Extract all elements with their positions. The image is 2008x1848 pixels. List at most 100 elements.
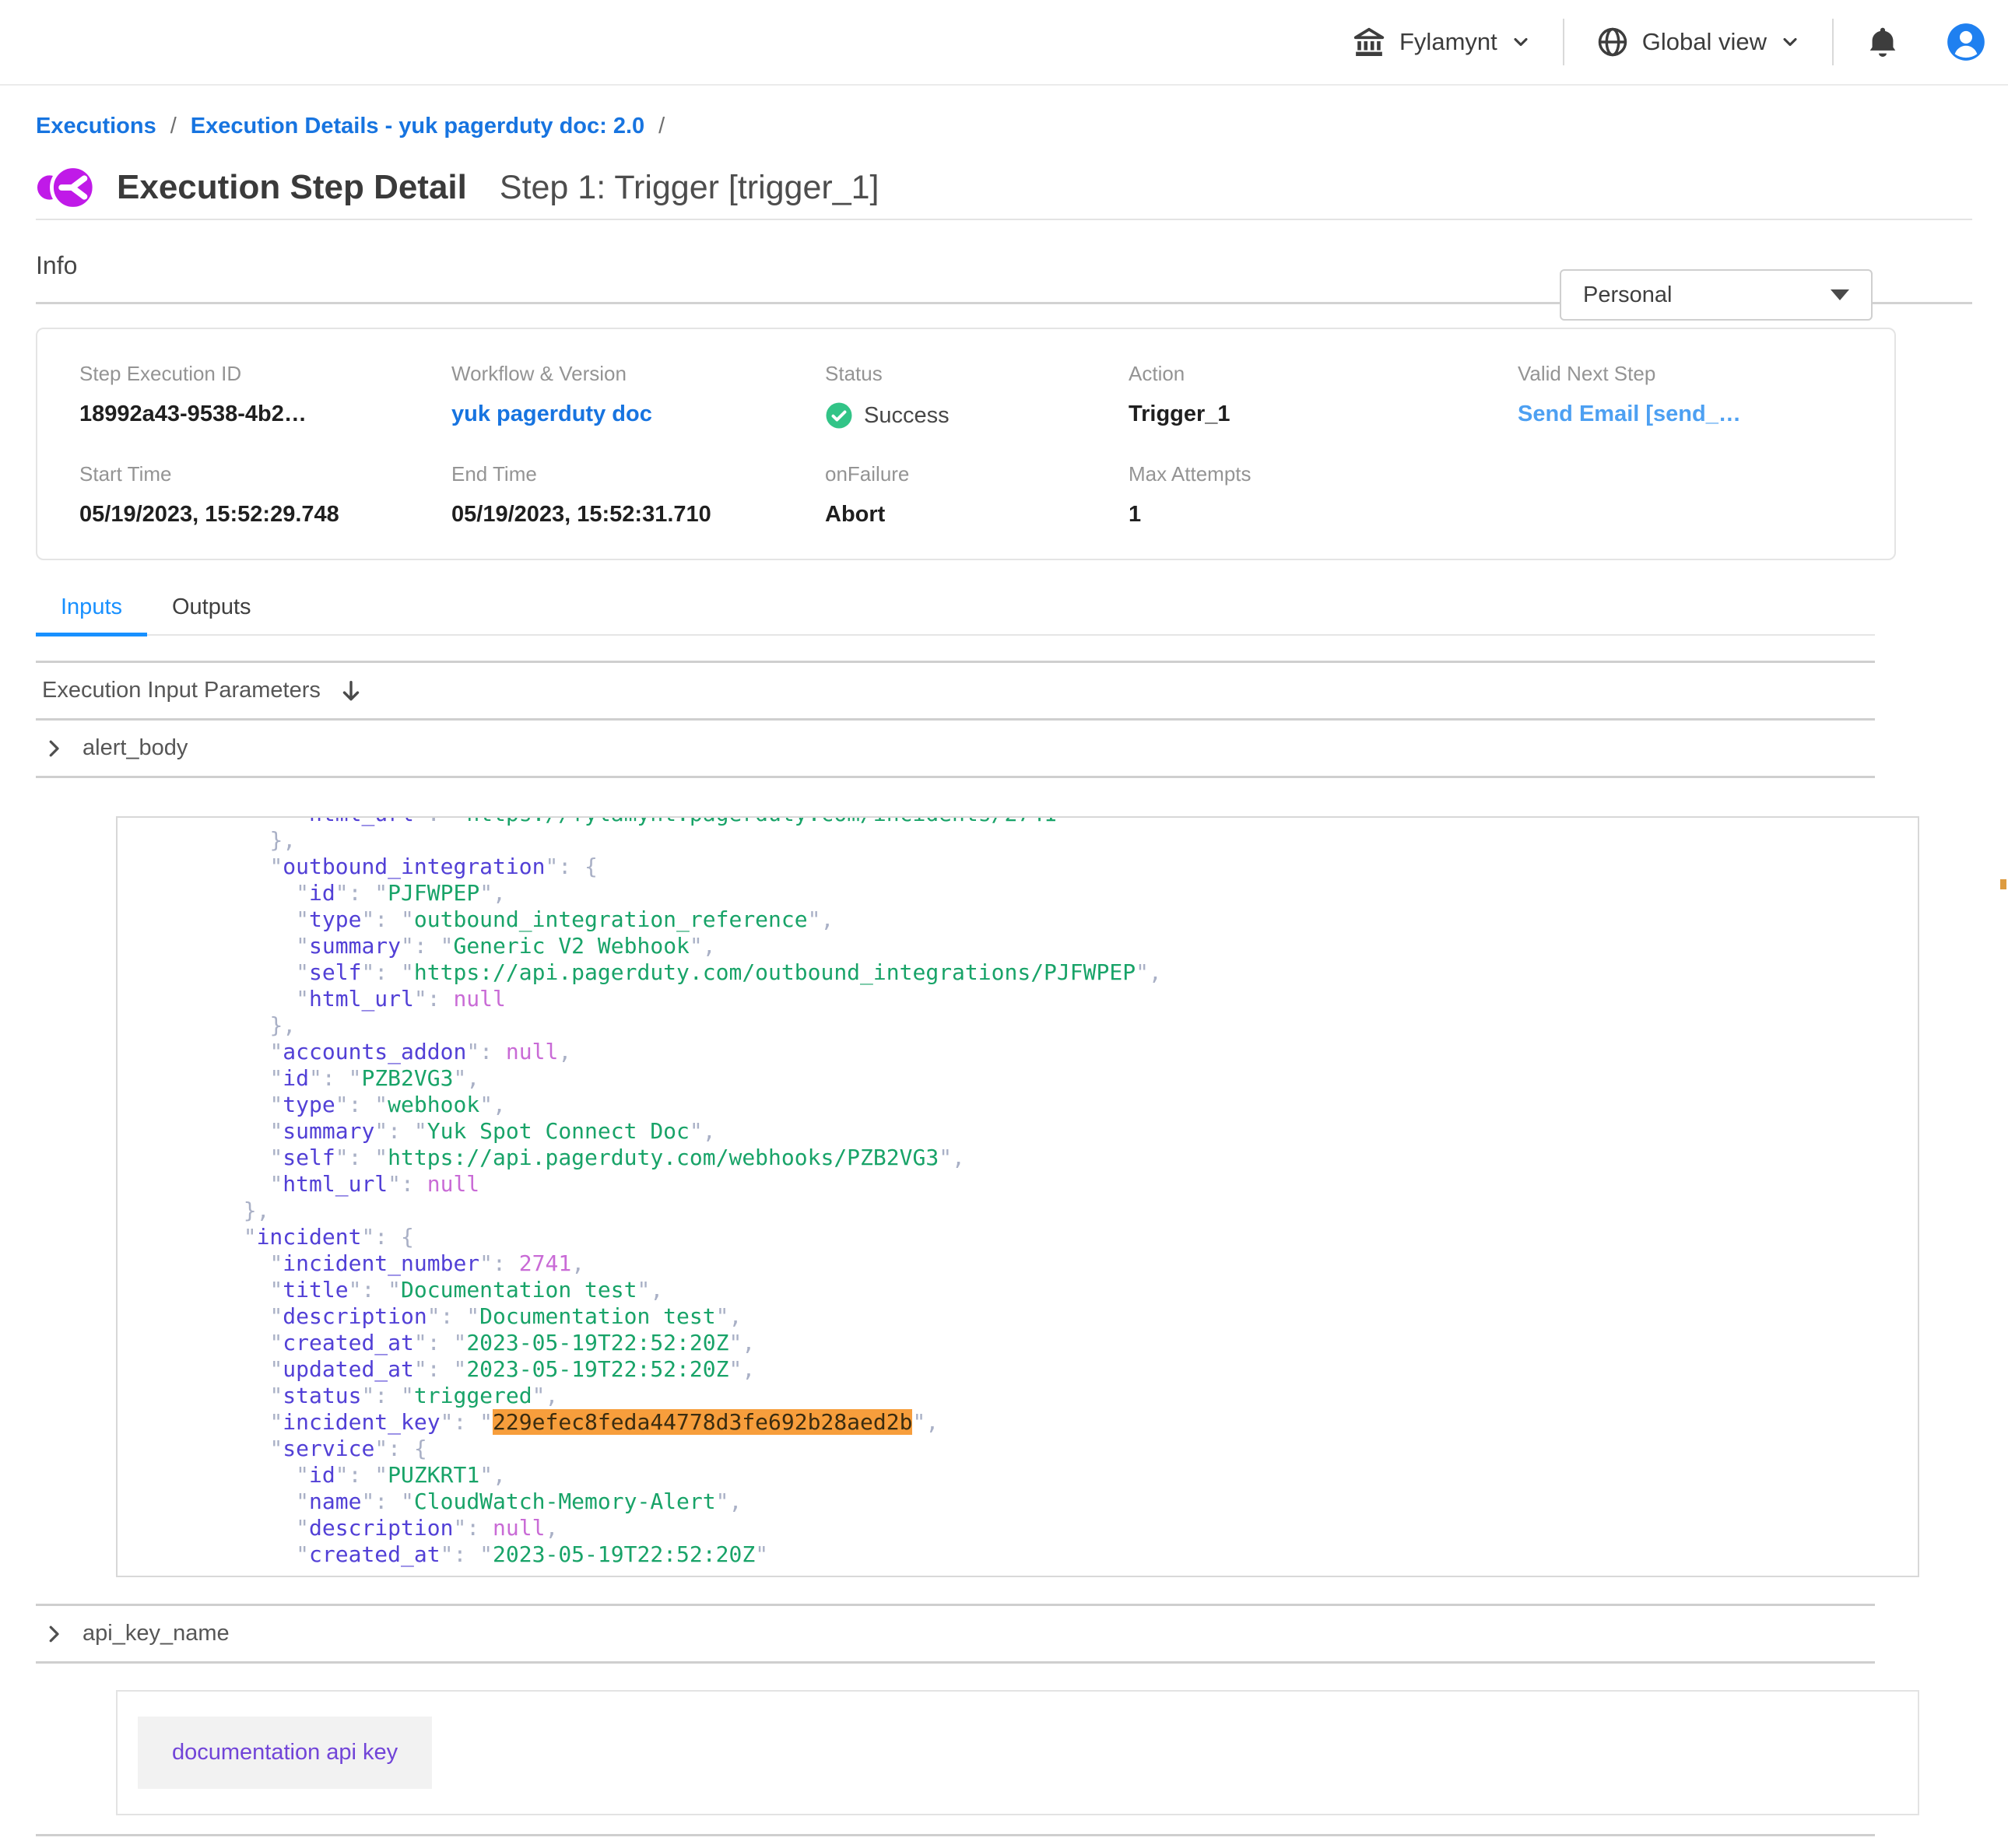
field-end-time: End Time 05/19/2023, 15:52:31.710	[451, 462, 825, 528]
view-label: Global view	[1642, 28, 1767, 56]
json-line: },	[125, 1012, 1918, 1039]
org-label: Fylamynt	[1399, 28, 1497, 56]
topbar-divider	[1563, 19, 1564, 65]
param-row-api-key-value[interactable]: api_key_value	[36, 1836, 1875, 1848]
org-switcher[interactable]: Fylamynt	[1351, 24, 1532, 60]
field-value: Abort	[825, 502, 1129, 528]
breadcrumb-separator: /	[170, 114, 177, 139]
json-line: "html_url": null	[125, 986, 1918, 1012]
globe-icon	[1596, 25, 1630, 59]
bell-icon	[1865, 24, 1901, 60]
field-value: 05/19/2023, 15:52:31.710	[451, 502, 825, 528]
json-line: "incident_number": 2741,	[125, 1250, 1918, 1277]
json-line: "id": "PJFWPEP",	[125, 880, 1918, 906]
json-line: "type": "webhook",	[125, 1092, 1918, 1118]
top-bar: Fylamynt Global view	[0, 0, 2008, 86]
field-label: Workflow & Version	[451, 362, 825, 386]
input-parameter-sections: Execution Input Parameters alert_body	[36, 661, 1875, 778]
json-line: "updated_at": "2023-05-19T22:52:20Z",	[125, 1356, 1918, 1383]
tab-bar: Inputs Outputs	[36, 594, 1875, 636]
param-label: api_key_name	[82, 1621, 230, 1646]
field-step-execution-id: Step Execution ID 18992a43-9538-4b2…	[79, 362, 451, 430]
user-avatar[interactable]	[1946, 22, 1986, 62]
breadcrumb: Executions / Execution Details - yuk pag…	[36, 114, 1972, 139]
field-status: Status Success	[825, 362, 1129, 430]
api-key-name-chip: documentation api key	[138, 1717, 432, 1789]
json-line: "id": "PUZKRT1",	[125, 1462, 1918, 1489]
json-line: "created_at": "2023-05-19T22:52:20Z",	[125, 1330, 1918, 1356]
json-line: "status": "triggered",	[125, 1383, 1918, 1409]
json-line: "html_url": null	[125, 1171, 1918, 1198]
json-line: "accounts_addon": null,	[125, 1039, 1918, 1065]
breadcrumb-execution-details[interactable]: Execution Details - yuk pagerduty doc: 2…	[191, 114, 644, 139]
json-line: "description": "Documentation test",	[125, 1303, 1918, 1330]
workflow-link[interactable]: yuk pagerduty doc	[451, 402, 825, 427]
find-match-scroll-marker	[2000, 879, 2006, 889]
field-value: 05/19/2023, 15:52:29.748	[79, 502, 451, 528]
json-line: "created_at": "2023-05-19T22:52:20Z"	[125, 1541, 1918, 1568]
field-label: Max Attempts	[1129, 462, 1518, 486]
title-divider	[36, 219, 1972, 220]
breadcrumb-executions[interactable]: Executions	[36, 114, 156, 139]
json-line: "id": "PZB2VG3",	[125, 1065, 1918, 1092]
chevron-down-icon	[1510, 31, 1532, 53]
param-label: alert_body	[82, 735, 188, 761]
json-line: },	[125, 1198, 1918, 1224]
json-line: "self": "https://api.pagerduty.com/webho…	[125, 1145, 1918, 1171]
json-line: "self": "https://api.pagerduty.com/outbo…	[125, 959, 1918, 986]
status-text: Success	[864, 403, 950, 429]
tab-inputs[interactable]: Inputs	[36, 594, 147, 636]
field-max-attempts: Max Attempts 1	[1129, 462, 1518, 528]
json-line: "type": "outbound_integration_reference"…	[125, 906, 1918, 933]
breadcrumb-separator: /	[658, 114, 665, 139]
view-switcher[interactable]: Global view	[1596, 25, 1801, 59]
bank-icon	[1351, 24, 1387, 60]
alert-body-json-viewer[interactable]: "html_url": "https://fylamynt.pagerduty.…	[116, 816, 1919, 1577]
execution-input-parameters-header[interactable]: Execution Input Parameters	[36, 663, 1875, 721]
json-line: "description": null,	[125, 1515, 1918, 1541]
workflow-step-icon	[36, 157, 97, 218]
field-value: Trigger_1	[1129, 402, 1518, 427]
field-value: 1	[1129, 502, 1518, 528]
page-title: Execution Step Detail	[117, 168, 467, 207]
page-subtitle: Step 1: Trigger [trigger_1]	[500, 169, 879, 207]
next-step-link[interactable]: Send Email [send_…	[1518, 402, 1894, 427]
json-line: "name": "CloudWatch-Memory-Alert",	[125, 1489, 1918, 1515]
field-valid-next-step: Valid Next Step Send Email [send_…	[1518, 362, 1894, 430]
json-line: "summary": "Generic V2 Webhook",	[125, 933, 1918, 959]
field-label: Step Execution ID	[79, 362, 451, 386]
api-key-name-value-box: documentation api key	[116, 1690, 1919, 1815]
section-label: Execution Input Parameters	[42, 678, 321, 703]
field-value: 18992a43-9538-4b2…	[79, 402, 451, 427]
field-start-time: Start Time 05/19/2023, 15:52:29.748	[79, 462, 451, 528]
field-label: Status	[825, 362, 1129, 386]
field-label: End Time	[451, 462, 825, 486]
chevron-right-icon	[42, 1622, 65, 1646]
json-line: "html_url": "https://fylamynt.pagerduty.…	[125, 816, 1918, 827]
main-content: Executions / Execution Details - yuk pag…	[0, 114, 2008, 1848]
chevron-down-icon	[1779, 31, 1801, 53]
json-line: },	[125, 827, 1918, 854]
download-arrow-icon[interactable]	[338, 678, 364, 704]
field-action: Action Trigger_1	[1129, 362, 1518, 430]
topbar-divider	[1832, 19, 1834, 65]
scope-dropdown[interactable]: Personal	[1560, 269, 1873, 321]
param-row-api-key-name[interactable]: api_key_name	[36, 1606, 1875, 1664]
json-line: "title": "Documentation test",	[125, 1277, 1918, 1303]
field-label: Start Time	[79, 462, 451, 486]
json-line: "incident": {	[125, 1224, 1918, 1250]
json-line: "service": {	[125, 1436, 1918, 1462]
notifications-button[interactable]	[1865, 24, 1901, 60]
caret-down-icon	[1831, 289, 1849, 300]
json-line: "outbound_integration": {	[125, 854, 1918, 880]
info-card: Step Execution ID 18992a43-9538-4b2… Wor…	[36, 328, 1896, 560]
json-code: "html_url": "https://fylamynt.pagerduty.…	[125, 816, 1918, 1568]
field-label: onFailure	[825, 462, 1129, 486]
tab-outputs[interactable]: Outputs	[147, 594, 276, 634]
param-row-alert-body[interactable]: alert_body	[36, 721, 1875, 778]
field-label: Valid Next Step	[1518, 362, 1894, 386]
status-badge: Success	[825, 402, 1129, 430]
field-label: Action	[1129, 362, 1518, 386]
success-check-icon	[825, 402, 853, 430]
json-line: "summary": "Yuk Spot Connect Doc",	[125, 1118, 1918, 1145]
